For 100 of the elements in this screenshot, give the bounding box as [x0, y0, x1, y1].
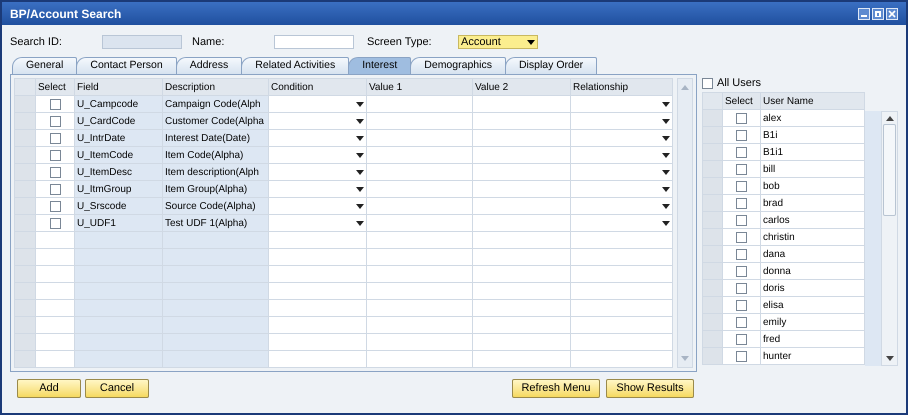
row-header[interactable]: [14, 130, 36, 146]
value-field[interactable]: [366, 96, 472, 112]
value-field[interactable]: [366, 164, 472, 180]
table-cell[interactable]: [472, 266, 570, 282]
value-field[interactable]: [366, 146, 472, 164]
value-field[interactable]: [472, 130, 570, 146]
row-header[interactable]: [702, 348, 722, 364]
checkbox[interactable]: [736, 232, 747, 242]
row-header[interactable]: [702, 262, 722, 280]
row-header[interactable]: [14, 334, 36, 350]
condition-dropdown[interactable]: [268, 214, 366, 232]
value-field[interactable]: [472, 214, 570, 232]
minimize-button[interactable]: [858, 8, 870, 20]
checkbox[interactable]: [50, 132, 60, 144]
table-cell[interactable]: [268, 232, 366, 248]
table-cell[interactable]: [366, 334, 472, 350]
table-cell[interactable]: [570, 266, 672, 282]
value-field[interactable]: [366, 198, 472, 214]
value-field[interactable]: [472, 146, 570, 164]
screen-type-dropdown[interactable]: Account: [458, 35, 538, 49]
checkbox[interactable]: [736, 350, 747, 362]
row-header[interactable]: [702, 330, 722, 348]
table-cell[interactable]: [472, 232, 570, 248]
checkbox[interactable]: [736, 112, 747, 124]
value-field[interactable]: [366, 214, 472, 232]
row-header[interactable]: [702, 314, 722, 330]
row-header[interactable]: [702, 296, 722, 314]
row-header[interactable]: [14, 266, 36, 282]
table-cell[interactable]: [268, 300, 366, 316]
row-header[interactable]: [702, 194, 722, 212]
row-header[interactable]: [14, 180, 36, 198]
tab[interactable]: Interest: [348, 57, 412, 74]
close-button[interactable]: [886, 8, 898, 20]
table-cell[interactable]: [472, 248, 570, 266]
maximize-button[interactable]: [872, 8, 884, 20]
table-cell[interactable]: [366, 316, 472, 334]
value-field[interactable]: [472, 96, 570, 112]
relationship-dropdown[interactable]: [570, 112, 672, 130]
checkbox[interactable]: [736, 300, 747, 310]
value-field[interactable]: [366, 112, 472, 130]
row-header[interactable]: [14, 96, 36, 112]
table-cell[interactable]: [570, 248, 672, 266]
row-header[interactable]: [14, 164, 36, 180]
table-cell[interactable]: [570, 316, 672, 334]
checkbox[interactable]: [736, 282, 747, 294]
checkbox[interactable]: [736, 164, 747, 174]
row-header[interactable]: [702, 178, 722, 194]
table-cell[interactable]: [472, 300, 570, 316]
scroll-down-icon[interactable]: [886, 356, 894, 361]
condition-dropdown[interactable]: [268, 164, 366, 180]
row-header[interactable]: [702, 160, 722, 178]
scrollbar[interactable]: [881, 111, 898, 366]
checkbox[interactable]: [50, 98, 60, 110]
condition-dropdown[interactable]: [268, 180, 366, 198]
table-cell[interactable]: [268, 248, 366, 266]
table-cell[interactable]: [472, 334, 570, 350]
table-cell[interactable]: [268, 334, 366, 350]
row-header[interactable]: [702, 126, 722, 144]
value-field[interactable]: [366, 130, 472, 146]
table-cell[interactable]: [366, 266, 472, 282]
checkbox[interactable]: [736, 198, 747, 208]
search-id-field[interactable]: [102, 35, 182, 49]
relationship-dropdown[interactable]: [570, 180, 672, 198]
button[interactable]: Show Results: [606, 378, 694, 398]
value-field[interactable]: [366, 180, 472, 198]
scroll-thumb[interactable]: [883, 124, 896, 216]
row-header[interactable]: [14, 282, 36, 300]
value-field[interactable]: [472, 164, 570, 180]
table-cell[interactable]: [570, 232, 672, 248]
table-cell[interactable]: [472, 282, 570, 300]
table-cell[interactable]: [570, 282, 672, 300]
row-header[interactable]: [702, 228, 722, 246]
checkbox[interactable]: [736, 248, 747, 260]
table-cell[interactable]: [366, 232, 472, 248]
name-field[interactable]: [274, 35, 354, 49]
row-header[interactable]: [702, 212, 722, 228]
row-header[interactable]: [14, 316, 36, 334]
button[interactable]: Add: [17, 378, 81, 398]
table-cell[interactable]: [366, 350, 472, 368]
relationship-dropdown[interactable]: [570, 214, 672, 232]
row-header[interactable]: [14, 232, 36, 248]
table-cell[interactable]: [366, 282, 472, 300]
row-header[interactable]: [14, 214, 36, 232]
checkbox[interactable]: [50, 166, 60, 178]
condition-dropdown[interactable]: [268, 130, 366, 146]
table-cell[interactable]: [268, 316, 366, 334]
checkbox[interactable]: [50, 116, 60, 126]
relationship-dropdown[interactable]: [570, 164, 672, 180]
table-cell[interactable]: [570, 334, 672, 350]
button[interactable]: Refresh Menu: [512, 378, 600, 398]
table-cell[interactable]: [570, 300, 672, 316]
table-cell[interactable]: [366, 300, 472, 316]
relationship-dropdown[interactable]: [570, 198, 672, 214]
checkbox[interactable]: [736, 334, 747, 344]
checkbox[interactable]: [736, 266, 747, 276]
table-cell[interactable]: [366, 248, 472, 266]
value-field[interactable]: [472, 180, 570, 198]
table-cell[interactable]: [268, 282, 366, 300]
row-header[interactable]: [702, 280, 722, 296]
checkbox[interactable]: [50, 200, 60, 212]
